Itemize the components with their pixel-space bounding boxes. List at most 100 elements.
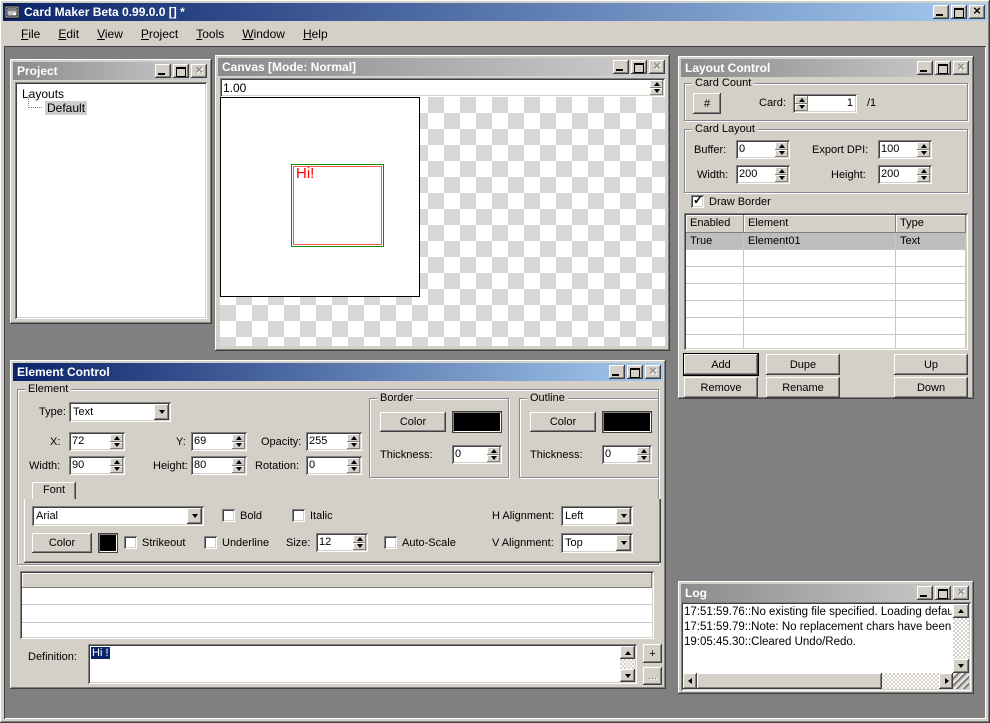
element-outline-rect[interactable]: Hi! — [291, 164, 384, 247]
cell-type[interactable]: Text — [896, 233, 966, 249]
opacity-down-button[interactable] — [347, 442, 360, 450]
outline-thickness-down-button[interactable] — [637, 455, 650, 463]
size-up-button[interactable] — [353, 535, 366, 543]
scroll-left-button[interactable] — [683, 673, 697, 689]
canvas-minimize-button[interactable] — [613, 60, 629, 74]
scroll-thumb[interactable] — [697, 673, 882, 689]
scroll-up-button[interactable] — [620, 646, 635, 659]
x-down-button[interactable] — [110, 442, 123, 450]
rename-button[interactable]: Rename — [766, 377, 840, 398]
card-width-spinner[interactable]: 200 — [736, 165, 790, 184]
col-header-element[interactable]: Element — [744, 215, 896, 233]
border-color-button[interactable]: Color — [380, 412, 446, 432]
export-dpi-down-button[interactable] — [917, 150, 930, 158]
add-button[interactable]: Add — [684, 354, 758, 375]
border-thickness-spinner[interactable]: 0 — [452, 445, 502, 464]
definition-list-row[interactable] — [22, 588, 652, 605]
rotation-spinner[interactable]: 0 — [306, 456, 362, 475]
draw-border-checkbox[interactable]: Draw Border — [691, 195, 771, 208]
scroll-down-button[interactable] — [953, 659, 969, 673]
buffer-down-button[interactable] — [775, 150, 788, 158]
strikeout-checkbox[interactable]: Strikeout — [124, 536, 185, 549]
width-spinner[interactable]: 90 — [69, 456, 125, 475]
canvas-area[interactable]: Hi! — [220, 97, 665, 346]
definition-list-row[interactable] — [22, 624, 652, 637]
dropdown-button[interactable] — [154, 404, 169, 420]
canvas-titlebar[interactable]: Canvas [Mode: Normal] — [218, 58, 667, 76]
dropdown-button[interactable] — [616, 508, 631, 524]
maximize-button[interactable] — [951, 5, 967, 19]
definition-scrollbar[interactable] — [620, 646, 635, 682]
log-titlebar[interactable]: Log — [681, 584, 971, 602]
grid-row-empty[interactable] — [686, 301, 966, 318]
size-spinner[interactable]: 12 — [316, 533, 368, 552]
auto-scale-checkbox[interactable]: Auto-Scale — [384, 536, 456, 549]
menu-edit[interactable]: Edit — [49, 24, 88, 45]
down-button[interactable]: Down — [894, 377, 968, 398]
rotation-up-button[interactable] — [347, 458, 360, 466]
zoom-down-button[interactable] — [650, 88, 663, 96]
project-titlebar[interactable]: Project — [13, 62, 209, 80]
remove-button[interactable]: Remove — [684, 377, 758, 398]
border-thickness-up-button[interactable] — [487, 447, 500, 455]
col-header-enabled[interactable]: Enabled — [686, 215, 744, 233]
up-button[interactable]: Up — [894, 354, 968, 375]
y-spinner[interactable]: 69 — [191, 432, 247, 451]
add-definition-button[interactable]: + — [643, 644, 662, 663]
border-thickness-down-button[interactable] — [487, 455, 500, 463]
card-height-up-button[interactable] — [917, 167, 930, 175]
card-width-up-button[interactable] — [775, 167, 788, 175]
outline-thickness-spinner[interactable]: 0 — [602, 445, 652, 464]
v-alignment-combobox[interactable]: Top — [561, 533, 633, 553]
outline-thickness-up-button[interactable] — [637, 447, 650, 455]
type-combobox[interactable]: Text — [69, 402, 171, 422]
element-control-titlebar[interactable]: Element Control — [13, 363, 663, 381]
definition-textbox[interactable]: Hi ! — [88, 644, 637, 684]
scroll-up-button[interactable] — [953, 604, 969, 618]
log-hscrollbar[interactable] — [683, 673, 953, 689]
x-spinner[interactable]: 72 — [69, 432, 125, 451]
menu-project[interactable]: Project — [132, 24, 187, 45]
card-height-down-button[interactable] — [917, 175, 930, 183]
height-spinner[interactable]: 80 — [191, 456, 247, 475]
grid-row-selected[interactable]: True Element01 Text — [686, 233, 966, 250]
size-down-button[interactable] — [353, 543, 366, 551]
export-dpi-up-button[interactable] — [917, 142, 930, 150]
tab-font[interactable]: Font — [32, 482, 76, 499]
buffer-up-button[interactable] — [775, 142, 788, 150]
element-border-rect[interactable]: Hi! — [293, 166, 382, 245]
grid-row-empty[interactable] — [686, 284, 966, 301]
hash-button[interactable]: # — [693, 93, 721, 114]
canvas-maximize-button[interactable] — [631, 60, 647, 74]
bold-checkbox[interactable]: Bold — [222, 509, 262, 522]
layout-minimize-button[interactable] — [917, 61, 933, 75]
definition-list-row[interactable] — [22, 606, 652, 623]
close-button[interactable] — [969, 5, 985, 19]
card-up-button[interactable] — [795, 96, 808, 104]
dropdown-button[interactable] — [187, 508, 202, 524]
dupe-button[interactable]: Dupe — [766, 354, 840, 375]
log-vscrollbar[interactable] — [953, 604, 969, 673]
export-dpi-spinner[interactable]: 100 — [878, 140, 932, 159]
y-down-button[interactable] — [232, 442, 245, 450]
rotation-down-button[interactable] — [347, 466, 360, 474]
minimize-button[interactable] — [933, 5, 949, 19]
opacity-spinner[interactable]: 255 — [306, 432, 362, 451]
menu-window[interactable]: Window — [233, 24, 294, 45]
menu-help[interactable]: Help — [294, 24, 337, 45]
log-minimize-button[interactable] — [917, 586, 933, 600]
grid-row-empty[interactable] — [686, 267, 966, 284]
card-number-spinner[interactable]: 1 — [793, 94, 857, 113]
resize-grip[interactable] — [953, 673, 969, 689]
log-maximize-button[interactable] — [935, 586, 951, 600]
opacity-up-button[interactable] — [347, 434, 360, 442]
outline-color-button[interactable]: Color — [530, 412, 596, 432]
menu-tools[interactable]: Tools — [187, 24, 233, 45]
dropdown-button[interactable] — [616, 535, 631, 551]
project-minimize-button[interactable] — [155, 64, 171, 78]
width-up-button[interactable] — [110, 458, 123, 466]
definition-list[interactable] — [20, 571, 654, 639]
height-up-button[interactable] — [232, 458, 245, 466]
grid-row-empty[interactable] — [686, 335, 966, 348]
card-height-spinner[interactable]: 200 — [878, 165, 932, 184]
